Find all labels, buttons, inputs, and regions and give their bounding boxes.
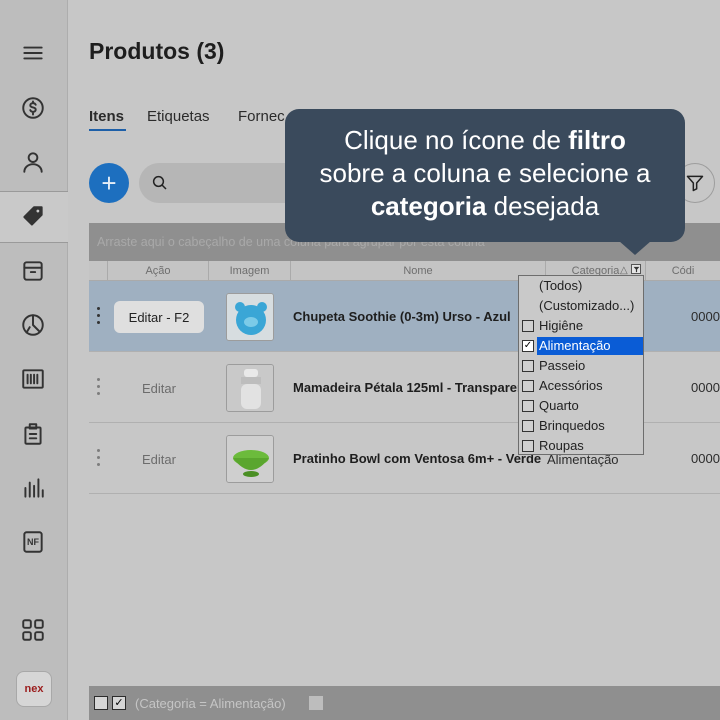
filter-option-quarto[interactable]: Quarto [519, 396, 643, 416]
sidebar: NF nex [0, 0, 68, 720]
column-header-nome[interactable]: Nome [291, 261, 546, 281]
filter-option-higiene[interactable]: Higiêne [519, 316, 643, 336]
row-menu-icon[interactable] [97, 307, 101, 328]
clear-filter-checkbox[interactable] [94, 696, 108, 710]
search-icon [152, 175, 167, 190]
product-name: Pratinho Bowl com Ventosa 6m+ - Verde [293, 451, 542, 466]
product-image [226, 293, 274, 341]
register-icon[interactable] [14, 252, 52, 290]
column-header-indicator [89, 261, 108, 281]
product-code: 0000 [691, 380, 720, 395]
filter-option-label: Acessórios [539, 378, 603, 393]
clipboard-icon[interactable] [14, 415, 52, 453]
tooltip-bold-text: filtro [568, 125, 626, 155]
checkbox[interactable] [522, 320, 534, 332]
product-code: 0000 [691, 451, 720, 466]
tab-etiquetas[interactable]: Etiquetas [147, 108, 210, 125]
filter-option-label: Alimentação [537, 337, 643, 355]
filter-option-label: (Customizado...) [539, 298, 635, 313]
logo-text: nex [24, 683, 44, 695]
enable-filter-checkbox[interactable]: ✓ [112, 696, 126, 710]
tooltip-text: Clique no ícone de [344, 125, 569, 155]
page-title: Produtos (3) [89, 38, 225, 64]
filter-icon [686, 175, 704, 192]
tab-itens[interactable]: Itens [89, 108, 124, 125]
column-filter-icon[interactable] [631, 264, 641, 274]
tab-fornecedores[interactable]: Fornec [238, 108, 285, 125]
tutorial-tooltip: Clique no ícone de filtro sobre a coluna… [285, 109, 685, 242]
product-image [226, 364, 274, 412]
checkbox[interactable] [522, 440, 534, 452]
filter-option-label: Roupas [539, 438, 584, 453]
user-icon[interactable] [14, 143, 52, 181]
row-menu-icon[interactable] [97, 378, 101, 399]
tooltip-arrow [619, 241, 651, 255]
filter-option-alimentacao[interactable]: ✓ Alimentação [519, 336, 643, 356]
filter-option-acessorios[interactable]: Acessórios [519, 376, 643, 396]
tooltip-line-3: categoria desejada [285, 190, 685, 223]
money-icon[interactable] [14, 89, 52, 127]
filter-option-brinquedos[interactable]: Brinquedos [519, 416, 643, 436]
plus-icon: + [101, 167, 117, 198]
tooltip-line-1: Clique no ícone de filtro [285, 124, 685, 157]
add-product-button[interactable]: + [89, 163, 129, 203]
filter-dropdown-icon[interactable] [309, 696, 323, 710]
column-header-acao[interactable]: Ação [108, 261, 209, 281]
column-header-imagem[interactable]: Imagem [209, 261, 291, 281]
filter-option-customizado[interactable]: (Customizado...) [519, 296, 643, 316]
tag-icon[interactable] [14, 198, 52, 236]
checkbox[interactable] [522, 380, 534, 392]
edit-button[interactable]: Editar [114, 372, 204, 404]
tooltip-bold-text: categoria [370, 191, 487, 221]
product-name: Chupeta Soothie (0-3m) Urso - Azul [293, 309, 511, 324]
filter-option-passeio[interactable]: Passeio [519, 356, 643, 376]
column-header-codigo[interactable]: Códi [646, 261, 720, 281]
tooltip-text: desejada [486, 191, 600, 221]
filter-option-todos[interactable]: (Todos) [519, 276, 643, 296]
chart-icon[interactable] [14, 306, 52, 344]
filter-option-roupas[interactable]: Roupas [519, 436, 643, 456]
menu-icon[interactable] [14, 34, 52, 72]
filter-option-label: Brinquedos [539, 418, 605, 433]
tooltip-line-2: sobre a coluna e selecione a [319, 158, 651, 188]
checkbox-checked[interactable]: ✓ [522, 340, 534, 352]
checkbox[interactable] [522, 420, 534, 432]
filter-option-label: (Todos) [539, 278, 583, 293]
nf-icon-label: NF [27, 537, 39, 547]
product-code: 0000 [691, 309, 720, 324]
bar-chart-icon[interactable] [14, 469, 52, 507]
edit-button[interactable]: Editar [114, 443, 204, 475]
product-image [226, 435, 274, 483]
barcode-icon[interactable] [14, 360, 52, 398]
nf-icon[interactable]: NF [14, 523, 52, 561]
category-filter-dropdown[interactable]: (Todos) (Customizado...) Higiêne ✓ Alime… [518, 275, 644, 455]
edit-button[interactable]: Editar - F2 [114, 301, 204, 333]
active-tab-underline [89, 129, 126, 131]
product-name: Mamadeira Pétala 125ml - Transparente [293, 380, 537, 395]
filter-expression[interactable]: (Categoria = Alimentação) [135, 696, 286, 711]
nex-logo[interactable]: nex [16, 671, 52, 707]
row-menu-icon[interactable] [97, 449, 101, 470]
filter-option-label: Quarto [539, 398, 579, 413]
filter-option-label: Passeio [539, 358, 586, 373]
filter-option-label: Higiêne [539, 318, 584, 333]
checkbox[interactable] [522, 360, 534, 372]
checkbox[interactable] [522, 400, 534, 412]
apps-icon[interactable] [14, 611, 52, 649]
active-filter-bar: ✓ (Categoria = Alimentação) [89, 686, 720, 720]
